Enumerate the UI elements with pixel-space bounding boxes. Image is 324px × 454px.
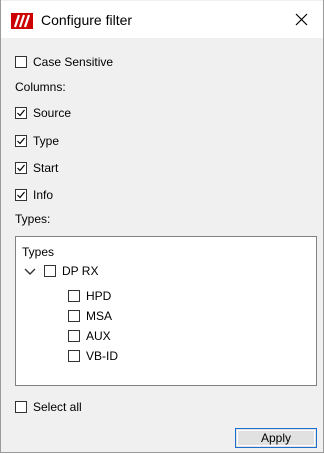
tree-item-hpd[interactable]: HPD [68, 287, 111, 305]
case-sensitive-checkbox[interactable]: Case Sensitive [15, 52, 113, 72]
checkbox-box[interactable] [15, 56, 27, 68]
checkmark-icon [17, 191, 25, 199]
checkbox-box[interactable] [68, 290, 80, 302]
column-label: Info [33, 188, 54, 202]
checkbox-box[interactable] [15, 401, 27, 413]
types-heading: Types: [15, 212, 51, 226]
columns-heading: Columns: [15, 80, 66, 94]
column-checkbox-type[interactable]: Type [15, 131, 59, 151]
close-icon [295, 13, 308, 26]
select-all-checkbox[interactable]: Select all [15, 397, 82, 417]
checkbox-box[interactable] [68, 310, 80, 322]
column-checkbox-info[interactable]: Info [15, 185, 53, 205]
column-checkbox-source[interactable]: Source [15, 103, 71, 123]
checkbox-box[interactable] [15, 189, 27, 201]
case-sensitive-label: Case Sensitive [33, 55, 114, 69]
checkbox-box[interactable] [68, 330, 80, 342]
window-title: Configure filter [41, 12, 133, 28]
apply-button[interactable]: Apply [235, 428, 317, 448]
tree-item-vb-id[interactable]: VB-ID [68, 347, 118, 365]
tree-item-msa[interactable]: MSA [68, 307, 112, 325]
checkmark-icon [17, 137, 25, 145]
tree-item-label: AUX [86, 329, 111, 343]
select-all-label: Select all [33, 400, 82, 414]
tree-header: Types [22, 245, 55, 259]
checkbox-box[interactable] [15, 162, 27, 174]
types-tree[interactable]: Types DP RX HPD MSA AUX VB-ID [15, 236, 317, 386]
app-logo-icon [11, 13, 33, 29]
checkbox-box[interactable] [68, 350, 80, 362]
checkbox-box[interactable] [15, 135, 27, 147]
checkbox-box[interactable] [44, 265, 56, 277]
tree-item-aux[interactable]: AUX [68, 327, 111, 345]
chevron-down-icon [24, 268, 36, 275]
close-button[interactable] [291, 8, 313, 30]
column-label: Type [33, 134, 60, 148]
title-bar[interactable]: Configure filter [1, 1, 323, 38]
column-label: Source [33, 106, 72, 120]
checkbox-box[interactable] [15, 107, 27, 119]
column-label: Start [33, 161, 59, 175]
checkmark-icon [17, 164, 25, 172]
tree-item-label: HPD [86, 289, 112, 303]
tree-item-label: MSA [86, 309, 113, 323]
configure-filter-dialog: Configure filter Case Sensitive Columns:… [0, 0, 324, 453]
tree-item-dp-rx[interactable]: DP RX [22, 262, 98, 280]
tree-item-label: VB-ID [86, 349, 119, 363]
expand-toggle[interactable] [22, 263, 38, 279]
tree-item-label: DP RX [62, 264, 99, 278]
checkmark-icon [17, 109, 25, 117]
column-checkbox-start[interactable]: Start [15, 158, 58, 178]
